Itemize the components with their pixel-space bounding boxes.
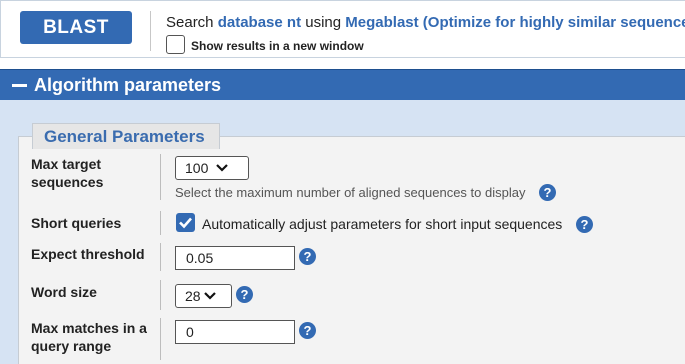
short-queries-label: Short queries: [31, 215, 122, 231]
database-link[interactable]: database nt: [218, 14, 301, 31]
algorithm-parameters-title: Algorithm parameters: [34, 74, 222, 95]
program-link[interactable]: Megablast (Optimize for highly similar s…: [345, 14, 685, 31]
divider: [150, 11, 151, 51]
row-separator: [160, 280, 161, 310]
max-target-label-line2: sequences: [31, 174, 104, 190]
new-window-option: Show results in a new window: [166, 35, 364, 54]
help-icon[interactable]: ?: [576, 216, 593, 233]
expect-threshold-label: Expect threshold: [31, 246, 145, 262]
word-size-value: 28: [185, 288, 201, 304]
chevron-down-icon: [203, 292, 216, 300]
expect-threshold-input[interactable]: 0.05: [175, 246, 295, 270]
check-icon: [179, 217, 192, 229]
max-target-value: 100: [185, 160, 209, 176]
max-matches-label: Max matches in a query range: [31, 319, 147, 355]
search-summary: Search database nt using Megablast (Opti…: [166, 14, 685, 31]
max-matches-label-line2: query range: [31, 338, 112, 354]
general-parameters-legend: General Parameters: [32, 123, 220, 149]
max-target-label-line1: Max target: [31, 156, 102, 172]
help-icon[interactable]: ?: [539, 184, 556, 201]
max-target-label: Max target sequences: [31, 155, 103, 191]
new-window-label[interactable]: Show results in a new window: [191, 39, 364, 53]
new-window-checkbox[interactable]: [166, 35, 185, 54]
search-prefix: Search: [166, 14, 218, 31]
chevron-down-icon: [216, 164, 229, 172]
word-size-label: Word size: [31, 284, 97, 300]
max-target-select[interactable]: 100: [175, 156, 249, 180]
help-icon[interactable]: ?: [299, 248, 316, 265]
row-separator: [160, 211, 161, 235]
short-queries-checkbox[interactable]: [176, 213, 195, 232]
help-icon[interactable]: ?: [236, 286, 253, 303]
row-separator: [160, 154, 161, 200]
row-separator: [160, 318, 161, 360]
algorithm-parameters-toggle[interactable]: Algorithm parameters: [0, 69, 685, 100]
blast-button[interactable]: BLAST: [20, 11, 132, 44]
minus-icon: [12, 83, 27, 87]
using-text: using: [301, 14, 346, 31]
submit-bar: BLAST Search database nt using Megablast…: [0, 0, 685, 58]
max-target-hint: Select the maximum number of aligned seq…: [175, 185, 526, 200]
max-matches-input[interactable]: 0: [175, 320, 295, 344]
short-queries-checkbox-label[interactable]: Automatically adjust parameters for shor…: [202, 216, 562, 232]
row-separator: [160, 243, 161, 271]
help-icon[interactable]: ?: [299, 322, 316, 339]
word-size-select[interactable]: 28: [175, 284, 232, 308]
max-matches-label-line1: Max matches in a: [31, 320, 147, 336]
